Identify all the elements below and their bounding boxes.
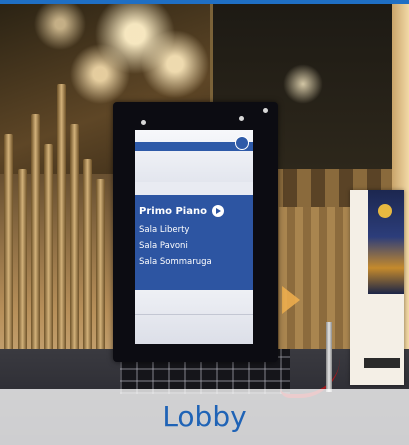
divider (135, 314, 253, 315)
arrow-right-circle-icon (211, 205, 224, 217)
photo-card: Primo Piano Sala Liberty Sala Pavoni Sal… (0, 0, 409, 445)
pipe (57, 84, 66, 384)
room-label: Sala Sommaruga (139, 257, 212, 267)
photo-caption: Lobby (162, 400, 247, 433)
room-label: Sala Pavoni (139, 241, 188, 251)
pipe (70, 124, 79, 384)
room-label: Sala Liberty (139, 225, 190, 235)
digital-signage: Primo Piano Sala Liberty Sala Pavoni Sal… (113, 102, 278, 362)
screen-header (135, 130, 253, 182)
floor-arrow (282, 286, 300, 314)
light-reflection (283, 64, 323, 104)
directory-panel: Primo Piano Sala Liberty Sala Pavoni Sal… (135, 195, 253, 290)
lobby-photo: Primo Piano Sala Liberty Sala Pavoni Sal… (0, 4, 409, 445)
sign-light (263, 108, 268, 113)
screen-footer (135, 290, 253, 344)
sign-light (239, 116, 244, 121)
directory-title-row: Primo Piano (139, 205, 249, 217)
stanchion (326, 322, 332, 392)
sign-light (141, 120, 146, 125)
circle-icon (235, 136, 249, 150)
directory-title: Primo Piano (139, 205, 207, 217)
sign-screen: Primo Piano Sala Liberty Sala Pavoni Sal… (135, 130, 253, 344)
event-poster (368, 190, 404, 294)
pipe (44, 144, 53, 384)
pipe (31, 114, 40, 384)
kiosk-slot (364, 358, 400, 368)
caption-band: Lobby (0, 389, 409, 445)
pipe (4, 134, 13, 384)
poster-moon (378, 204, 392, 218)
